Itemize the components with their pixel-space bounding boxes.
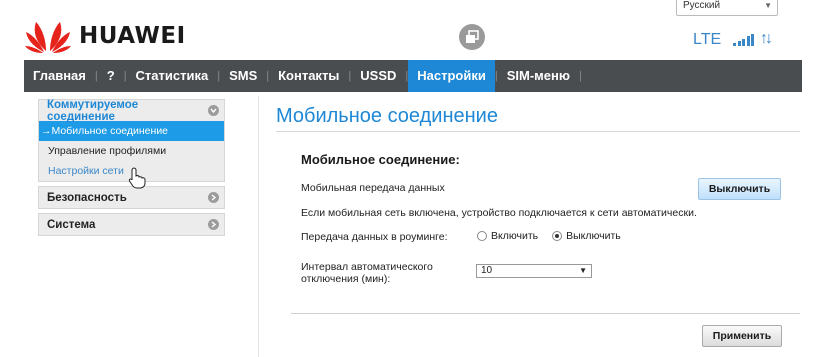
roaming-disable-radio[interactable]	[552, 231, 563, 241]
chevron-down-icon: ▼	[764, 1, 772, 10]
network-type-label: LTE	[693, 31, 722, 48]
roaming-enable-label[interactable]: Включить	[491, 230, 538, 242]
auto-disconnect-select[interactable]: 10 ▼	[476, 264, 592, 278]
collapse-icon[interactable]	[208, 105, 219, 116]
auto-disconnect-value: 10	[481, 265, 493, 276]
windows-icon[interactable]	[459, 24, 485, 50]
nav-ussd[interactable]: USSD	[351, 60, 405, 92]
nav-settings[interactable]: Настройки	[408, 60, 495, 92]
disable-mobile-data-button[interactable]: Выключить	[698, 178, 781, 200]
content-divider	[258, 96, 259, 357]
title-divider	[276, 131, 800, 132]
auto-disconnect-label-line2: отключения (мин):	[301, 273, 391, 285]
main-nav: Главная | ? | Статистика | SMS | Контакт…	[24, 60, 802, 92]
mobile-data-label: Мобильная передача данных	[301, 182, 445, 194]
roaming-label: Передача данных в роуминге:	[301, 231, 448, 243]
brand-name: HUAWEI	[79, 23, 186, 49]
huawei-flower-icon	[25, 22, 71, 53]
sidebar-group-title-system[interactable]: Система	[39, 214, 224, 235]
roaming-enable-radio[interactable]	[477, 231, 487, 241]
page-title: Мобильное соединение	[276, 105, 498, 127]
huawei-logo[interactable]: HUAWEI	[24, 18, 186, 54]
nav-separator: |	[578, 70, 582, 82]
sidebar-group-label: Коммутируемое соединение	[47, 98, 139, 123]
form-divider	[291, 313, 800, 314]
sidebar-item-profile-management[interactable]: Управление профилями	[39, 141, 224, 161]
nav-sim-menu[interactable]: SIM-меню	[498, 60, 579, 92]
data-transfer-icon: ↑↓	[760, 30, 773, 47]
roaming-disable-label[interactable]: Выключить	[566, 230, 621, 242]
header: HUAWEI Русский ▼ LTE ↑↓	[0, 0, 840, 60]
signal-strength-icon	[733, 34, 754, 46]
sidebar-group-security: Безопасность	[38, 186, 225, 209]
section-title: Мобильное соединение:	[301, 152, 460, 167]
sidebar-item-mobile-connection[interactable]: →Мобильное соединение	[39, 121, 224, 141]
nav-statistics[interactable]: Статистика	[127, 60, 218, 92]
sidebar-group-title-dialup[interactable]: Коммутируемое соединение	[39, 98, 224, 123]
language-select[interactable]: Русский ▼	[676, 0, 778, 16]
sidebar-group-system: Система	[38, 213, 225, 236]
auto-disconnect-label-line1: Интервал автоматического	[301, 261, 433, 273]
nav-sms[interactable]: SMS	[220, 60, 266, 92]
auto-disconnect-label: Интервал автоматического отключения (мин…	[301, 261, 433, 285]
apply-button[interactable]: Применить	[702, 325, 782, 347]
nav-contacts[interactable]: Контакты	[269, 60, 348, 92]
chevron-down-icon: ▼	[579, 266, 587, 275]
hand-cursor-icon	[128, 167, 146, 189]
language-value: Русский	[683, 0, 721, 11]
copy-windows-glyph	[466, 30, 479, 43]
sidebar-group-label: Безопасность	[47, 191, 127, 204]
expand-icon[interactable]	[208, 219, 219, 230]
auto-connect-info: Если мобильная сеть включена, устройство…	[301, 207, 697, 219]
expand-icon[interactable]	[208, 192, 219, 203]
nav-home[interactable]: Главная	[24, 60, 95, 92]
nav-help[interactable]: ?	[98, 60, 124, 92]
sidebar-group-title-security[interactable]: Безопасность	[39, 187, 224, 208]
roaming-radio-group: Включить Выключить	[477, 230, 635, 242]
sidebar-group-label: Система	[47, 218, 96, 231]
